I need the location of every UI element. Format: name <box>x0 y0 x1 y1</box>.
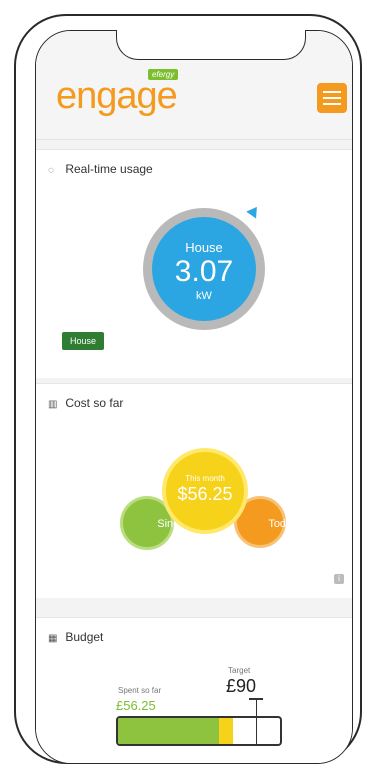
hamburger-icon <box>323 91 341 93</box>
menu-button[interactable] <box>317 83 347 113</box>
target-value: £90 <box>226 676 257 696</box>
phone-notch <box>116 30 306 60</box>
efergy-badge: efergy <box>148 69 179 80</box>
budget-progress-bar <box>116 716 282 746</box>
spent-value: £56.25 <box>116 698 156 713</box>
usage-gauge-face: House 3.07 kW <box>152 217 256 321</box>
engage-logo: engage <box>56 75 178 117</box>
gauge-unit: kW <box>196 290 212 302</box>
calculator-icon: ▦ <box>48 633 58 644</box>
house-button[interactable]: House <box>62 332 105 350</box>
gauge-value: 3.07 <box>174 255 234 288</box>
target-marker <box>256 698 257 746</box>
hamburger-icon-line <box>323 103 341 105</box>
spinner-icon: ◌ <box>48 165 54 176</box>
budget-title: ▦ Budget <box>48 630 103 644</box>
hamburger-icon-line <box>323 97 341 99</box>
gauge-pointer-icon <box>246 203 262 219</box>
budget-spent-fill <box>118 718 219 744</box>
month-label: This month <box>185 474 225 483</box>
realtime-title-text: Real-time usage <box>65 162 153 176</box>
app-screen: engage efergy ◌ Real-time usage House 3.… <box>35 30 353 764</box>
cost-title-text: Cost so far <box>65 396 124 410</box>
chart-icon: ▥ <box>48 399 58 410</box>
target-label: Target <box>228 666 251 675</box>
today-label: Today <box>268 518 298 530</box>
spent-label: Spent so far <box>118 686 162 695</box>
realtime-usage-title: ◌ Real-time usage <box>48 162 153 176</box>
gauge-label: House <box>185 240 223 255</box>
cost-so-far-card: ▥ Cost so far Since Today This month $56… <box>36 383 352 598</box>
budget-warning-fill <box>219 718 233 744</box>
usage-gauge[interactable]: House 3.07 kW <box>143 208 265 330</box>
month-value: $56.25 <box>177 484 233 504</box>
this-month-bubble[interactable]: This month $56.25 <box>162 448 248 534</box>
info-icon[interactable]: i <box>334 574 344 584</box>
budget-card: ▦ Budget Target £90 Spent so far £56.25 <box>36 617 352 763</box>
cost-title: ▥ Cost so far <box>48 396 123 410</box>
realtime-usage-card: ◌ Real-time usage House 3.07 kW House <box>36 149 352 378</box>
budget-title-text: Budget <box>65 630 104 644</box>
